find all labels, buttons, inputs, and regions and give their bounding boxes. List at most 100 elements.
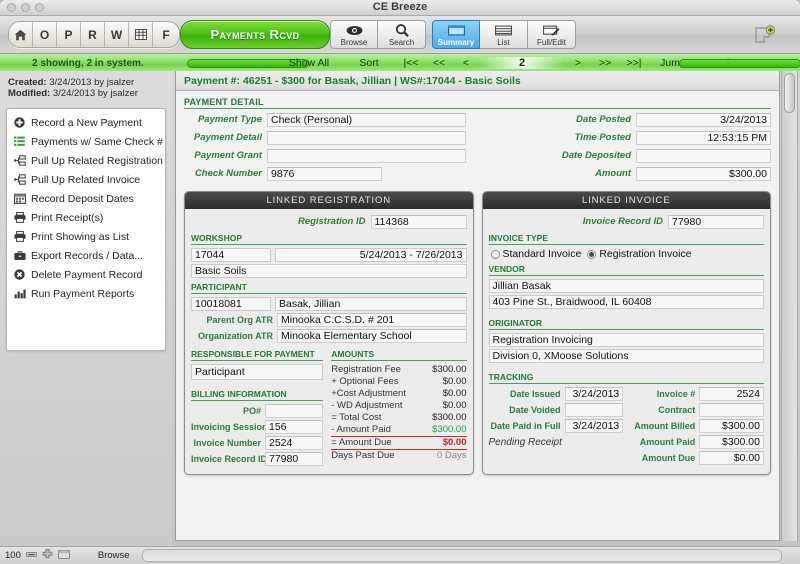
menu-item-pull-up-invoice[interactable]: Pull Up Related Invoice (7, 170, 165, 189)
toggle-sidebar-icon[interactable] (57, 549, 70, 562)
payment-type-value[interactable]: Check (Personal) (267, 112, 466, 127)
parent-org-value[interactable]: Minooka C.C.S.D. # 201 (277, 313, 467, 327)
payment-grant-value[interactable] (267, 148, 466, 163)
record-metadata: Created: 3/24/2013 by jsalzer Modified: … (0, 71, 172, 99)
menu-item-label: Record Deposit Dates (31, 192, 134, 205)
invoice-number-value[interactable]: 2524 (265, 436, 324, 450)
grid-icon[interactable] (129, 22, 153, 47)
payment-detail-value[interactable] (267, 130, 466, 145)
show-all-button[interactable]: Show All (277, 57, 341, 69)
fulledit-view-button[interactable]: Full/Edit (528, 20, 576, 49)
menu-item-pull-up-registration[interactable]: Pull Up Related Registration (7, 151, 165, 170)
invoice-num-value[interactable]: 2524 (699, 387, 764, 401)
action-menu: Record a New Payment Payments w/ Same Ch… (6, 108, 166, 351)
browse-mode-button[interactable]: Browse (330, 20, 378, 49)
o-button[interactable]: O (33, 22, 57, 47)
zoom-out-icon[interactable] (25, 550, 37, 562)
invoicing-session-value[interactable]: 156 (265, 420, 324, 434)
originator-line-1[interactable]: Registration Invoicing (488, 333, 764, 347)
current-record-number[interactable]: 2 (479, 57, 565, 69)
radio-dot-icon (490, 249, 500, 259)
amount-due-value[interactable]: $0.00 (699, 451, 764, 465)
tracking-row: Amount Billed $300.00 (629, 419, 764, 433)
p-button[interactable]: P (57, 22, 81, 47)
zoom-level[interactable]: 100 (5, 550, 21, 561)
menu-item-label: Export Records / Data... (31, 249, 144, 262)
responsible-value[interactable]: Participant (191, 364, 324, 380)
amount-paid-value[interactable]: $300.00 (699, 435, 764, 449)
amount-billed-value[interactable]: $300.00 (699, 419, 764, 433)
field-row: Payment Grant (184, 148, 478, 163)
po-value[interactable] (265, 404, 324, 418)
sort-button[interactable]: Sort (341, 57, 397, 69)
workshop-name[interactable]: Basic Soils (191, 264, 467, 278)
next-record-button[interactable]: > (565, 57, 591, 69)
check-number-value[interactable]: 9876 (267, 166, 382, 181)
menu-item-delete-payment-record[interactable]: Delete Payment Record (7, 265, 165, 284)
calendar-icon (14, 193, 31, 204)
standard-invoice-radio[interactable]: Standard Invoice (490, 248, 581, 260)
quick-nav-bar[interactable]: O P R W F (8, 21, 180, 48)
invoice-record-id-value[interactable]: 77980 (668, 214, 764, 229)
date-posted-value[interactable]: 3/24/2013 (636, 112, 771, 127)
organization-label: Organization ATR (198, 331, 273, 341)
participant-name[interactable]: Basak, Jillian (275, 297, 467, 311)
menu-item-run-payment-reports[interactable]: Run Payment Reports (7, 284, 165, 303)
vendor-name[interactable]: Jillian Basak (488, 279, 764, 293)
zoom-in-icon[interactable] (42, 549, 53, 562)
menu-item-print-receipts[interactable]: Print Receipt(s) (7, 208, 165, 227)
responsible-section-title: RESPONSIBLE FOR PAYMENT (191, 349, 324, 361)
menu-item-payments-same-check[interactable]: Payments w/ Same Check # (7, 132, 165, 151)
menu-item-export-records[interactable]: Export Records / Data... (7, 246, 165, 265)
billing-row: PO# (191, 404, 324, 418)
parent-org-row: Parent Org ATR Minooka C.C.S.D. # 201 (191, 313, 467, 327)
vertical-scrollbar[interactable] (781, 71, 798, 541)
window-icon (447, 23, 465, 37)
amount-row: Registration Fee $300.00 (331, 364, 466, 376)
vertical-scrollbar-thumb[interactable] (784, 73, 795, 113)
contract-value[interactable] (699, 403, 764, 417)
workshop-dates[interactable]: 5/24/2013 - 7/26/2013 (275, 248, 467, 262)
originator-line-2[interactable]: Division 0, XMoose Solutions (488, 349, 764, 363)
first-record-button[interactable]: |<< (397, 57, 425, 69)
linked-panels: LINKED REGISTRATION Registration ID 1143… (184, 191, 771, 475)
menu-item-print-showing-as-list[interactable]: Print Showing as List (7, 227, 165, 246)
w-button[interactable]: W (105, 22, 129, 47)
vendor-address[interactable]: 403 Pine St., Braidwood, IL 60408 (488, 295, 764, 309)
f-button[interactable]: F (153, 22, 179, 47)
menu-item-record-new-payment[interactable]: Record a New Payment (7, 113, 165, 132)
amount-value: 0 Days (436, 450, 467, 461)
amount-row: +Cost Adjustment $0.00 (331, 388, 466, 400)
registration-invoice-radio[interactable]: Registration Invoice (587, 248, 692, 260)
new-layout-icon[interactable] (750, 25, 778, 45)
invoice-record-id-value[interactable]: 77980 (265, 452, 324, 466)
date-paid-in-full-value[interactable]: 3/24/2013 (564, 419, 624, 433)
last-record-button[interactable]: >>| (619, 57, 649, 69)
invoice-record-id-row: Invoice Record ID 77980 (489, 214, 764, 229)
date-deposited-value[interactable] (636, 148, 771, 163)
r-button[interactable]: R (81, 22, 105, 47)
workshop-number[interactable]: 17044 (191, 248, 271, 262)
time-posted-value[interactable]: 12:53:15 PM (636, 130, 771, 145)
menu-item-record-deposit-dates[interactable]: Record Deposit Dates (7, 189, 165, 208)
organization-value[interactable]: Minooka Elementary School (277, 329, 467, 343)
participant-id[interactable]: 10018081 (191, 297, 271, 311)
horizontal-scrollbar[interactable] (141, 549, 782, 562)
layout-name-badge[interactable]: Payments Rcvd (180, 20, 330, 49)
date-voided-value[interactable] (564, 403, 624, 417)
search-mode-button[interactable]: Search (378, 20, 426, 49)
prev-record-button[interactable]: < (453, 57, 479, 69)
tracking-section-title: TRACKING (488, 372, 764, 384)
status-pill-right (679, 58, 800, 68)
list-view-button[interactable]: List (480, 20, 528, 49)
registration-id-value[interactable]: 114368 (370, 214, 467, 229)
amount-value[interactable]: $300.00 (636, 166, 771, 181)
home-icon[interactable] (9, 22, 33, 47)
modified-label: Modified: (8, 88, 51, 99)
amount-row: + Optional Fees $0.00 (331, 376, 466, 388)
summary-view-button[interactable]: Summary (432, 20, 480, 49)
date-issued-value[interactable]: 3/24/2013 (564, 387, 624, 401)
po-label: PO# (242, 406, 261, 416)
prev-page-button[interactable]: << (425, 57, 453, 69)
next-page-button[interactable]: >> (591, 57, 619, 69)
